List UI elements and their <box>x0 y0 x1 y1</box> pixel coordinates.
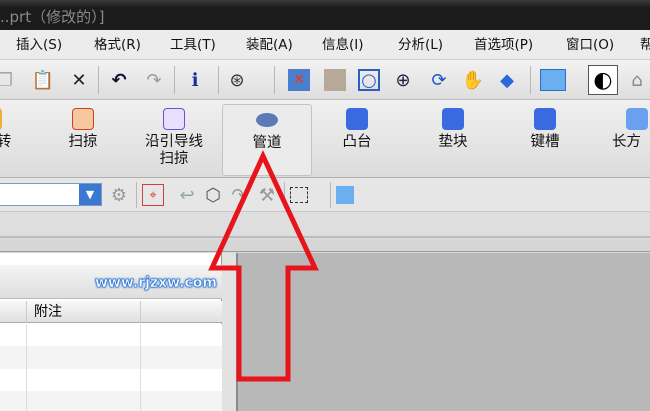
red-arrow-annotation <box>208 150 319 382</box>
arrow-up-icon <box>208 150 319 382</box>
